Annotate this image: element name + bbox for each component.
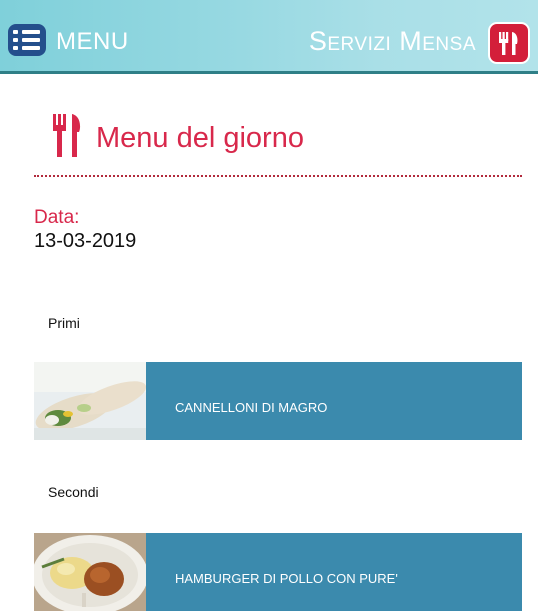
- menu-icon-dot: [13, 38, 18, 42]
- dish-item-cannelloni[interactable]: CANNELLONI DI MAGRO: [34, 362, 522, 440]
- date-label: Data:: [34, 207, 80, 228]
- dish-name: CANNELLONI DI MAGRO: [175, 400, 328, 415]
- page-title: Menu del giorno: [96, 122, 304, 154]
- category-label-primi: Primi: [48, 315, 80, 331]
- menu-icon-line: [22, 46, 40, 50]
- page-title-section: Menu del giorno: [34, 110, 522, 177]
- menu-icon-dot: [13, 46, 18, 50]
- dish-name: HAMBURGER DI POLLO CON PURE': [175, 571, 398, 586]
- fork-knife-icon[interactable]: [488, 22, 530, 64]
- hamburger-photo: [34, 533, 146, 611]
- category-label-secondi: Secondi: [48, 484, 99, 500]
- date-value: 13-03-2019: [34, 230, 137, 252]
- menu-button-label[interactable]: MENU: [56, 28, 129, 56]
- menu-icon[interactable]: [8, 24, 46, 56]
- menu-icon-dot: [13, 30, 18, 34]
- fork-knife-glyph: [499, 32, 518, 55]
- menu-icon-line: [22, 30, 40, 34]
- dish-item-hamburger[interactable]: HAMBURGER DI POLLO CON PURE': [34, 533, 522, 611]
- cannelloni-photo: [34, 362, 146, 440]
- fork-knife-icon: [53, 114, 81, 157]
- menu-icon-line: [22, 38, 40, 42]
- app-title: Servizi Mensa: [308, 26, 476, 56]
- top-app-bar: MENU Servizi Mensa: [0, 0, 538, 74]
